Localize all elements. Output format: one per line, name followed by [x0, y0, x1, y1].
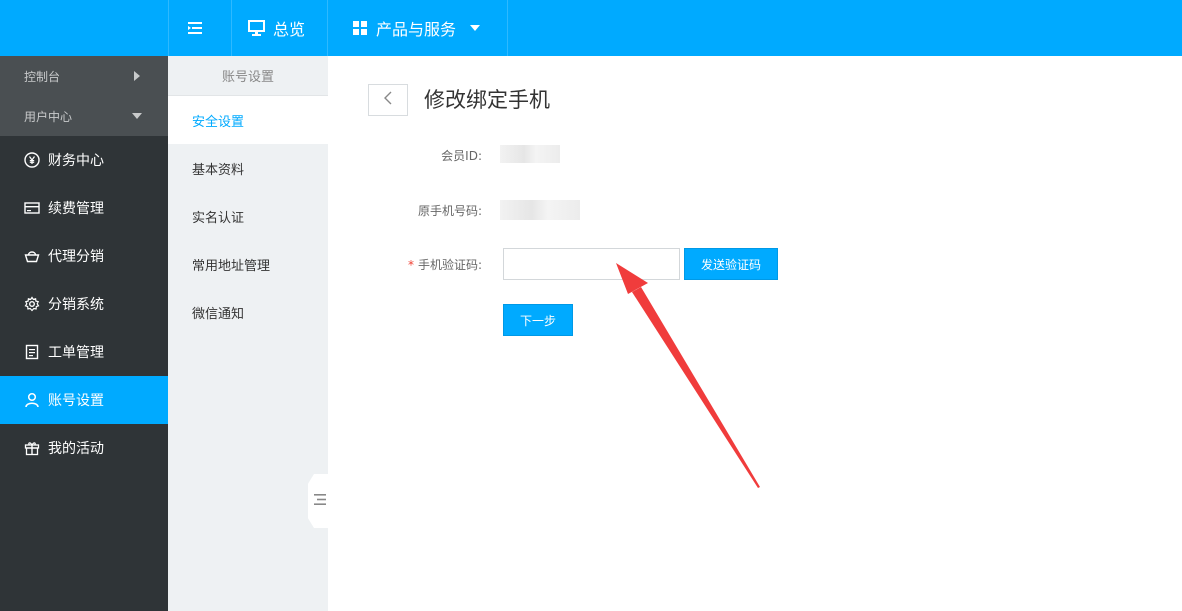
back-button[interactable] [368, 84, 408, 116]
verification-code-label: * 手机验证码: [328, 256, 482, 273]
send-code-button[interactable]: 发送验证码 [684, 248, 778, 280]
menu-collapse-icon [314, 493, 326, 509]
chevron-down-icon [132, 113, 142, 119]
subnav-item-security[interactable]: 安全设置 [168, 96, 328, 144]
sidebar-item-label: 工单管理 [48, 345, 104, 361]
subnav-title: 账号设置 [168, 56, 328, 96]
brand-logo-area[interactable] [0, 0, 168, 62]
chevron-down-icon [470, 25, 481, 31]
nav-products-dropdown[interactable]: 产品与服务 [328, 0, 508, 56]
sidebar-item-tickets[interactable]: 工单管理 [0, 328, 168, 376]
sidebar-item-agency[interactable]: 代理分销 [0, 232, 168, 280]
monitor-icon [248, 20, 265, 36]
card-icon [24, 200, 40, 216]
nav-overview-label: 总览 [273, 20, 306, 39]
sidebar-console-label: 控制台 [24, 69, 61, 84]
menu-collapse-icon [188, 21, 204, 35]
sidebar-item-distribution[interactable]: 分销系统 [0, 280, 168, 328]
user-icon [24, 392, 40, 408]
sidebar-user-center-label: 用户中心 [24, 109, 73, 124]
subnav-item-basic-info[interactable]: 基本资料 [168, 144, 328, 192]
chevron-right-icon [134, 71, 140, 81]
sidebar-item-label: 账号设置 [48, 393, 104, 409]
nav-products-label: 产品与服务 [376, 20, 457, 39]
subnav-item-wechat[interactable]: 微信通知 [168, 288, 328, 336]
nav-overview[interactable]: 总览 [232, 0, 328, 56]
verification-code-input[interactable] [503, 248, 680, 280]
page-title: 修改绑定手机 [424, 88, 550, 112]
gear-icon [24, 296, 40, 312]
sidebar-item-account-settings[interactable]: 账号设置 [0, 376, 168, 424]
next-step-button[interactable]: 下一步 [503, 304, 573, 336]
sidebar-item-label: 代理分销 [48, 249, 104, 265]
sidebar-item-label: 我的活动 [48, 441, 104, 457]
grid-icon [352, 20, 368, 36]
main-content: 修改绑定手机 会员ID: 原手机号码: * 手机验证码: 发送验证码 下一步 [328, 56, 1182, 611]
verification-code-label-text: 手机验证码: [417, 258, 482, 272]
member-id-label: 会员ID: [441, 149, 482, 163]
subnav-item-real-name[interactable]: 实名认证 [168, 192, 328, 240]
sidebar-item-label: 分销系统 [48, 297, 104, 313]
yen-circle-icon [24, 152, 40, 168]
member-id-value-masked [500, 145, 560, 163]
sidebar-item-label: 财务中心 [48, 153, 104, 169]
sidebar-console[interactable]: 控制台 [0, 56, 168, 96]
chevron-left-icon [383, 91, 393, 109]
sidebar-item-label: 续费管理 [48, 201, 104, 217]
subnav-collapse-toggle[interactable] [308, 474, 328, 528]
required-mark: * [407, 258, 414, 272]
basket-icon [24, 248, 40, 264]
account-settings-subnav: 账号设置 安全设置 基本资料 实名认证 常用地址管理 微信通知 [168, 56, 328, 611]
sidebar-item-activities[interactable]: 我的活动 [0, 424, 168, 472]
sidebar-item-finance[interactable]: 财务中心 [0, 136, 168, 184]
gift-icon [24, 440, 40, 456]
sidebar-user-center[interactable]: 用户中心 [0, 96, 168, 136]
menu-toggle-button[interactable] [168, 0, 232, 56]
sidebar-item-renewal[interactable]: 续费管理 [0, 184, 168, 232]
original-phone-label: 原手机号码: [417, 204, 482, 218]
original-phone-value-masked [500, 200, 580, 220]
document-icon [24, 344, 40, 360]
subnav-item-address[interactable]: 常用地址管理 [168, 240, 328, 288]
